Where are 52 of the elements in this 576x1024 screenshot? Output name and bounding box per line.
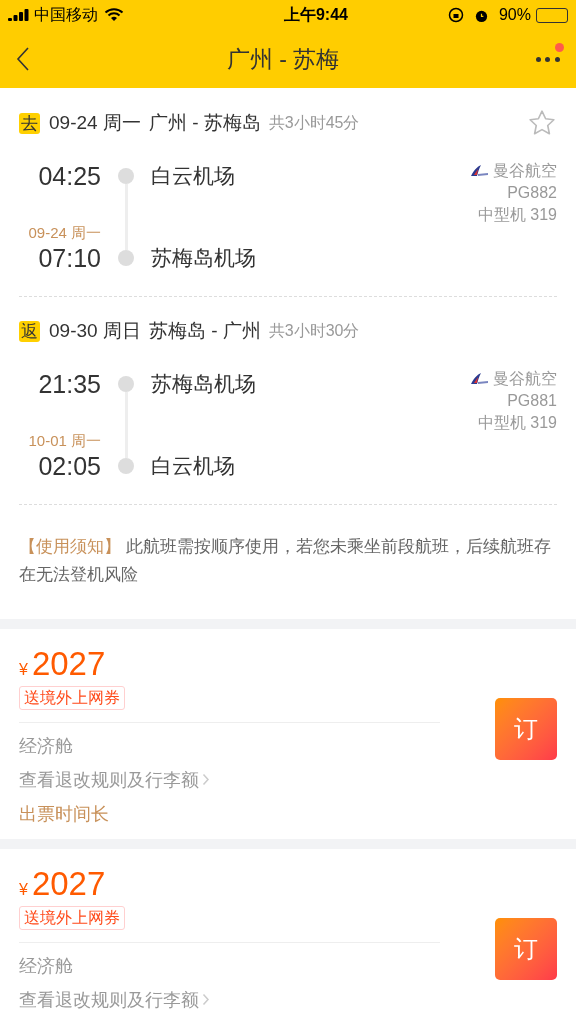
departure-airport: 苏梅岛机场 (151, 370, 256, 397)
arrival-time: 02:05 (38, 450, 101, 482)
airline-name: 曼谷航空 (493, 368, 557, 389)
rotation-lock-icon (447, 7, 464, 23)
rules-link[interactable]: 查看退改规则及行李额 (19, 982, 210, 1017)
ticketing-note: 出票时间长 (19, 802, 110, 826)
arrival-time: 07:10 (38, 243, 101, 274)
airline-logo-icon (469, 371, 489, 386)
leg-duration: 共3小时30分 (268, 321, 360, 342)
signal-icon (8, 9, 30, 21)
price: 2027 (31, 864, 106, 903)
aircraft-type: 中型机 319 (477, 205, 557, 225)
chevron-right-icon (202, 993, 210, 1006)
departure-airport: 白云机场 (151, 163, 236, 189)
leg-route: 广州 - 苏梅岛 (148, 110, 261, 135)
aircraft-type: 中型机 319 (477, 412, 557, 433)
departure-time: 04:25 (38, 161, 101, 192)
leg-date: 09-30 周日 (49, 319, 141, 343)
currency-symbol: ¥ (19, 879, 28, 900)
leg-duration: 共3小时45分 (268, 113, 360, 133)
arrival-date: 10-01 周一 (28, 431, 101, 450)
favorite-star-icon[interactable] (527, 108, 557, 138)
chevron-right-icon (202, 773, 210, 786)
arrival-airport: 苏梅岛机场 (151, 245, 256, 271)
book-button[interactable]: 订 (495, 697, 557, 760)
clock-time: 上午9:44 (282, 5, 348, 25)
arrival-airport: 白云机场 (151, 452, 236, 479)
leg-date: 09-24 周一 (49, 110, 141, 135)
flight-number: PG881 (507, 390, 557, 411)
leg-badge: 返 (19, 320, 40, 342)
battery-percent: 90% (498, 5, 531, 25)
promo-tag: 送境外上网券 (19, 685, 125, 710)
wifi-icon (104, 8, 124, 22)
page-title: 广州 - 苏梅 (226, 44, 340, 74)
airline-name: 曼谷航空 (493, 161, 557, 181)
flight-number: PG882 (507, 183, 557, 203)
carrier-name: 中国移动 (34, 5, 98, 25)
book-button[interactable]: 订 (495, 917, 557, 980)
airline-logo-icon (469, 164, 489, 178)
cabin-class: 经济舱 (19, 734, 74, 758)
back-icon[interactable] (16, 46, 30, 72)
leg-badge: 去 (19, 112, 40, 134)
leg-route: 苏梅岛 - 广州 (148, 319, 261, 343)
departure-time: 21:35 (38, 368, 101, 400)
usage-notice: 【使用须知】 此航班需按顺序使用，若您未乘坐前段航班，后续航班存在无法登机风险 (19, 535, 552, 586)
arrival-date: 09-24 周一 (28, 224, 101, 242)
rules-link[interactable]: 查看退改规则及行李额 (19, 762, 210, 797)
promo-tag: 送境外上网券 (19, 905, 125, 930)
currency-symbol: ¥ (19, 659, 28, 680)
battery-icon (536, 7, 568, 23)
price: 2027 (31, 644, 106, 683)
cabin-class: 经济舱 (19, 954, 74, 978)
